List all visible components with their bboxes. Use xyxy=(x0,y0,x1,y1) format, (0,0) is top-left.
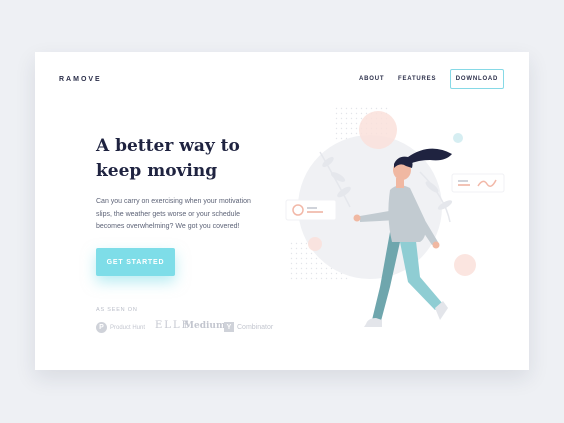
headline-line-2: keep moving xyxy=(96,161,218,181)
product-hunt-label: Product Hunt xyxy=(110,324,146,331)
medium-logo: Medium xyxy=(184,321,226,331)
walking-woman-illustration xyxy=(285,107,505,327)
stat-line xyxy=(458,180,468,182)
hand xyxy=(432,241,440,249)
hand xyxy=(353,214,361,222)
nav-about-link[interactable]: ABOUT xyxy=(359,76,384,82)
hero-headline: A better way to keep moving xyxy=(96,134,256,184)
stat-line xyxy=(458,184,470,186)
stat-line xyxy=(307,207,317,209)
peach-circle xyxy=(359,111,397,149)
landing-card: RAMOVE ABOUT FEATURES DOWNLOAD A better … xyxy=(35,52,529,370)
shoe xyxy=(364,318,382,327)
stat-line xyxy=(307,211,323,213)
ycombinator-logo: Y Combinator xyxy=(224,322,273,332)
ycombinator-label: Combinator xyxy=(237,323,274,331)
nav-features-link[interactable]: FEATURES xyxy=(398,76,436,82)
as-seen-on-label: AS SEEN ON xyxy=(96,307,138,313)
peach-circle xyxy=(454,254,476,276)
teal-dot xyxy=(453,133,463,143)
hero-description: Can you carry on exercising when your mo… xyxy=(96,198,251,230)
download-button[interactable]: DOWNLOAD xyxy=(450,69,504,89)
product-hunt-icon: P xyxy=(96,322,107,333)
product-hunt-logo: P Product Hunt xyxy=(96,322,145,333)
get-started-button[interactable]: GET STARTED xyxy=(96,248,175,276)
headline-line-1: A better way to xyxy=(96,136,240,156)
peach-circle xyxy=(308,237,322,251)
ycombinator-icon: Y xyxy=(224,322,234,332)
brand-logo[interactable]: RAMOVE xyxy=(59,76,102,83)
stat-card-right xyxy=(451,173,505,193)
